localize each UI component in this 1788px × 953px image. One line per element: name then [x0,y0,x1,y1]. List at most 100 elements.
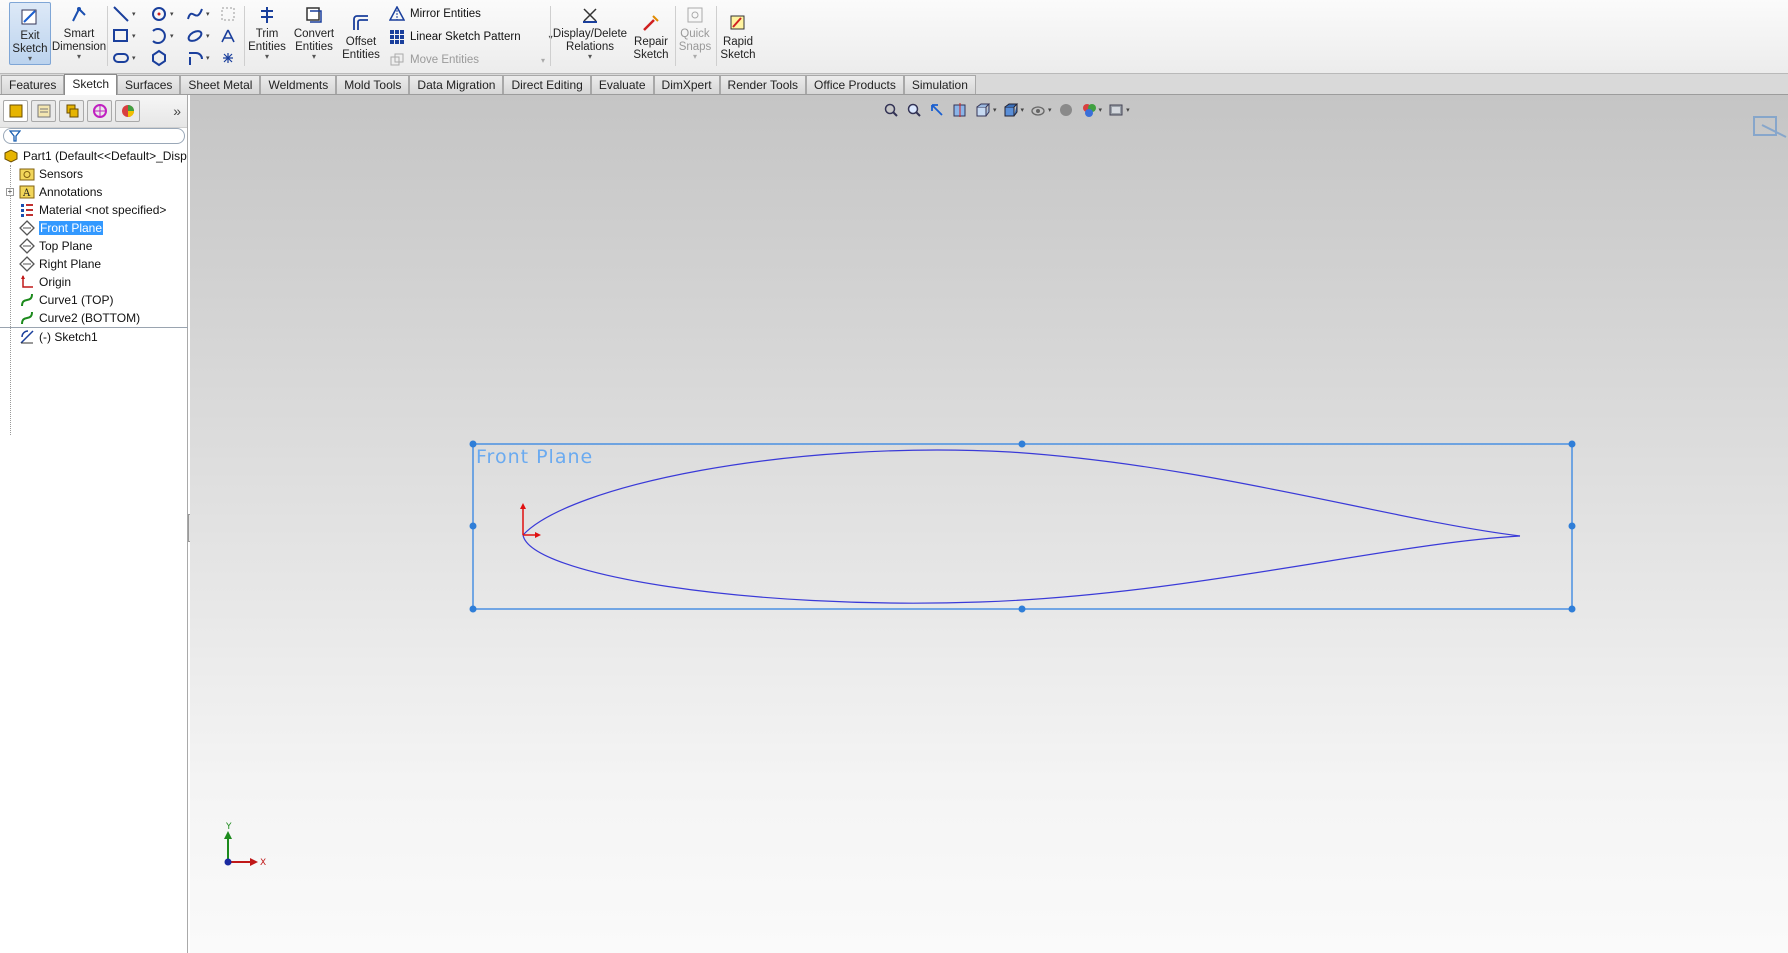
quick-snaps-button[interactable]: Quick Snaps ▾ [678,4,712,61]
sketch-picture-tool[interactable] [220,4,250,24]
arc-tool[interactable]: ▾ [150,26,180,46]
tab-surfaces[interactable]: Surfaces [117,75,181,94]
fillet-icon [189,52,203,65]
ribbon-divider [716,6,717,66]
tree-item[interactable]: Origin [0,273,188,291]
display-delete-relations-button[interactable]: Display/Delete Relations ▾ [553,4,627,61]
circle-tool[interactable]: ▾ [150,4,180,24]
mirror-entities-label: Mirror Entities [410,8,481,20]
chevron-down-icon[interactable]: ▾ [312,53,316,61]
tree-item[interactable]: Curve2 (BOTTOM) [0,309,188,327]
tree-item[interactable]: Front Plane [0,219,188,237]
chevron-down-icon[interactable]: ▾ [265,53,269,61]
tab-features[interactable]: Features [1,75,65,94]
text-tool[interactable] [220,26,250,46]
arc-icon [152,28,166,44]
expand-panel-icon[interactable]: » [173,103,181,119]
ellipse-tool[interactable]: ▾ [186,26,216,46]
tab-sheet-metal[interactable]: Sheet Metal [180,75,261,94]
tab-office-products[interactable]: Office Products [806,75,904,94]
smart-dimension-button[interactable]: Smart Dimension ▾ [52,4,106,61]
rapid-sketch-button[interactable]: Rapid Sketch [719,12,757,61]
exit-sketch-button[interactable]: Exit Sketch ▾ [9,2,51,65]
spline-tool[interactable]: ▾ [186,4,216,24]
tree-root-part[interactable]: Part1 (Default<<Default>_Disp [0,147,188,165]
offset-entities-button[interactable]: Offset Entities [340,12,382,61]
axis-triad-icon: Y X [224,822,266,868]
linear-sketch-pattern-button[interactable]: Linear Sketch Pattern ▾ [388,27,553,47]
tree-item-label: Sensors [39,167,84,181]
sketch-tools-grid: ▾ ▾ ▾ ▾ ▾ ▾ ▾ ▾ [112,4,240,68]
tree-item[interactable]: Top Plane [0,237,188,255]
point-tool[interactable] [220,48,250,68]
sketch-icon [18,329,36,345]
tree-item[interactable]: Material <not specified> [0,201,188,219]
tab-weldments[interactable]: Weldments [260,75,337,94]
tree-filter-input[interactable] [3,128,185,144]
curve-bottom[interactable] [522,534,1521,604]
zoom-to-fit-icon[interactable] [882,102,900,118]
chevron-down-icon[interactable]: ▾ [993,106,997,114]
pattern-icon [388,28,406,46]
tab-direct-editing[interactable]: Direct Editing [503,75,591,94]
property-manager-tab[interactable] [31,100,56,122]
ribbon-divider [675,6,676,66]
fillet-tool[interactable]: ▾ [186,48,216,68]
polygon-icon [152,49,166,67]
triad-x-label: X [260,858,266,868]
line-tool[interactable]: ▾ [112,4,142,24]
display-manager-tab[interactable] [115,100,140,122]
tree-item[interactable]: (-) Sketch1 [0,327,188,346]
front-plane-outline[interactable] [472,443,1573,610]
chevron-down-icon[interactable]: ▾ [77,53,81,61]
rectangle-tool[interactable]: ▾ [112,26,142,46]
tab-evaluate[interactable]: Evaluate [590,75,654,94]
tree-item[interactable]: + A Annotations [0,183,188,201]
chevron-down-icon[interactable]: ▾ [1099,106,1103,114]
view-cube-icon[interactable] [1753,116,1787,138]
tab-render-tools[interactable]: Render Tools [719,75,807,94]
move-entities-button[interactable]: Move Entities ▾ [388,50,545,70]
chevron-down-icon[interactable]: ▾ [693,53,697,61]
chevron-down-icon[interactable]: ▾ [1021,106,1025,114]
chevron-down-icon[interactable]: ▾ [541,56,545,65]
repair-sketch-button[interactable]: Repair Sketch [631,12,671,61]
trim-entities-button[interactable]: Trim Entities ▾ [247,4,287,61]
dimxpert-manager-tab[interactable] [87,100,112,122]
edit-appearance-icon[interactable] [1057,102,1075,118]
section-view-icon[interactable] [951,102,969,118]
tab-data-migration[interactable]: Data Migration [409,75,504,94]
display-style-icon[interactable] [1002,102,1020,118]
view-settings-icon[interactable] [1107,102,1125,118]
tree-item-label: Origin [39,275,72,289]
hide-show-items-icon[interactable] [1029,102,1047,118]
chevron-down-icon[interactable]: ▾ [588,53,592,61]
plane-handles[interactable] [469,440,1576,613]
tab-dimxpert[interactable]: DimXpert [653,75,720,94]
tab-sketch[interactable]: Sketch [64,74,118,95]
expand-plus-icon[interactable]: + [6,188,14,196]
mirror-entities-button[interactable]: Mirror Entities [388,4,481,24]
tree-item[interactable]: Sensors [0,165,188,183]
slot-tool[interactable]: ▾ [112,48,142,68]
chevron-down-icon: ▾ [206,55,210,62]
tree-item[interactable]: Curve1 (TOP) [0,291,188,309]
chevron-down-icon: ▾ [170,11,174,18]
feature-manager-tab[interactable] [3,100,28,122]
convert-entities-button[interactable]: Convert Entities ▾ [292,4,336,61]
previous-view-icon[interactable] [928,102,946,118]
view-orientation-icon[interactable] [974,102,992,118]
apply-scene-icon[interactable] [1080,102,1098,118]
curve-top[interactable] [522,449,1521,537]
chevron-down-icon[interactable]: ▾ [1048,106,1052,114]
chevron-down-icon[interactable]: ▾ [28,55,32,63]
tree-item[interactable]: Right Plane [0,255,188,273]
polygon-tool[interactable] [150,48,180,68]
chevron-down-icon[interactable]: ▾ [1126,106,1130,114]
zoom-to-area-icon[interactable] [905,102,923,118]
plane-icon [18,238,36,254]
configuration-manager-tab[interactable] [59,100,84,122]
tab-mold-tools[interactable]: Mold Tools [336,75,410,94]
graphics-area[interactable]: Front Plane Y X [190,95,1788,953]
tab-simulation[interactable]: Simulation [903,75,976,94]
